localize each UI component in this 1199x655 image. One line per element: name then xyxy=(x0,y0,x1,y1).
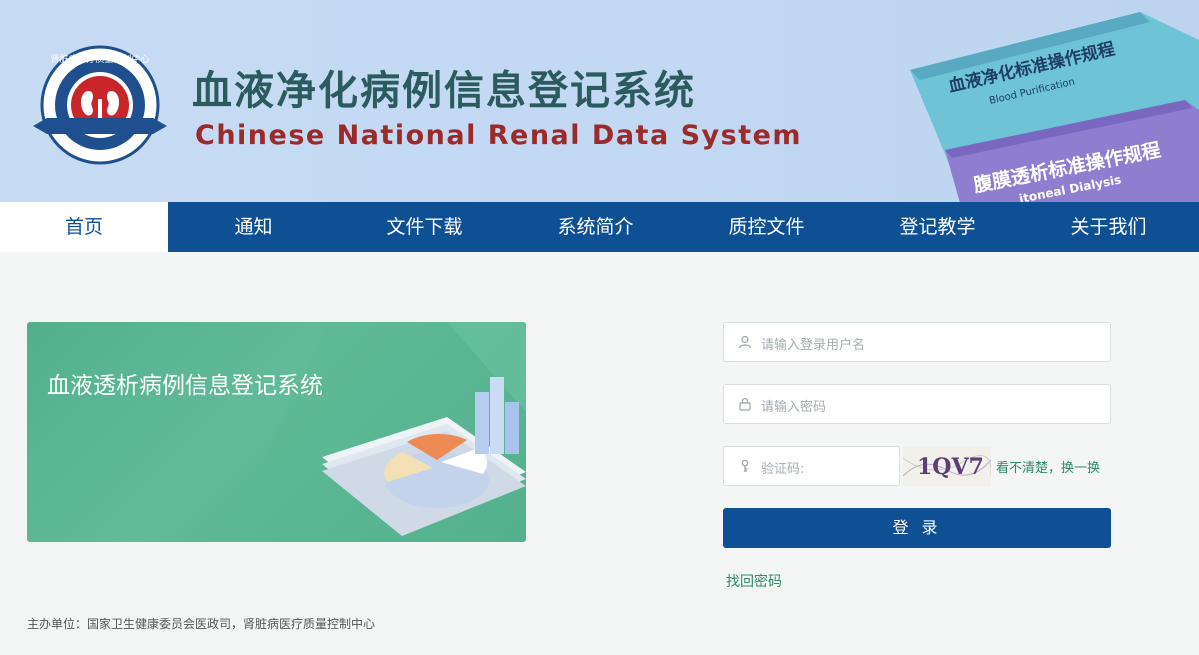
captcha-placeholder: 验证码: xyxy=(761,462,805,477)
nav-item-about[interactable]: 关于我们 xyxy=(1023,202,1194,252)
captcha-field[interactable]: 验证码: xyxy=(723,446,900,486)
user-icon xyxy=(738,335,752,349)
banner-title: 血液透析病例信息登记系统 xyxy=(47,373,323,399)
system-title-en: Chinese National Renal Data System xyxy=(195,120,803,151)
captcha-text: 1QV7 xyxy=(917,454,984,480)
username-placeholder: 请输入登录用户名 xyxy=(761,338,866,353)
system-banner-card: 血液透析病例信息登记系统 xyxy=(27,322,526,542)
main-nav: 首页 通知 文件下载 系统简介 质控文件 登记教学 关于我们 xyxy=(0,202,1199,252)
nav-item-downloads[interactable]: 文件下载 xyxy=(339,202,510,252)
renal-center-logo: 肾脏病医疗质量控制中心 xyxy=(33,45,167,165)
footer-sponsor: 主办单位：国家卫生健康委员会医政司，肾脏病医疗质量控制中心 xyxy=(27,617,376,631)
password-field[interactable]: 请输入密码 xyxy=(723,384,1111,424)
key-icon xyxy=(741,459,749,472)
password-placeholder: 请输入密码 xyxy=(761,400,827,415)
header-banner: 肾脏病医疗质量控制中心 血液净化病例信息登记系统 Chinese Nationa… xyxy=(0,0,1199,203)
lock-icon xyxy=(739,397,751,411)
nav-item-intro[interactable]: 系统简介 xyxy=(510,202,681,252)
captcha-image[interactable]: 1QV7 xyxy=(903,446,991,486)
login-button[interactable]: 登 录 xyxy=(723,508,1111,548)
logo-ring-text: 肾脏病医疗质量控制中心 xyxy=(50,53,149,65)
sop-books-illustration: 血液净化标准操作规程 Blood Purification 腹膜透析标准操作规程… xyxy=(910,12,1199,203)
system-title-cn: 血液净化病例信息登记系统 xyxy=(192,68,696,114)
chart-illustration xyxy=(227,322,526,542)
forgot-password-link[interactable]: 找回密码 xyxy=(726,571,782,591)
username-field[interactable]: 请输入登录用户名 xyxy=(723,322,1111,362)
nav-item-notice[interactable]: 通知 xyxy=(168,202,339,252)
nav-item-home[interactable]: 首页 xyxy=(0,202,168,252)
captcha-refresh-link[interactable]: 看不清楚，换一换 xyxy=(996,457,1100,476)
nav-item-tutorial[interactable]: 登记教学 xyxy=(852,202,1023,252)
nav-item-qc-docs[interactable]: 质控文件 xyxy=(681,202,852,252)
